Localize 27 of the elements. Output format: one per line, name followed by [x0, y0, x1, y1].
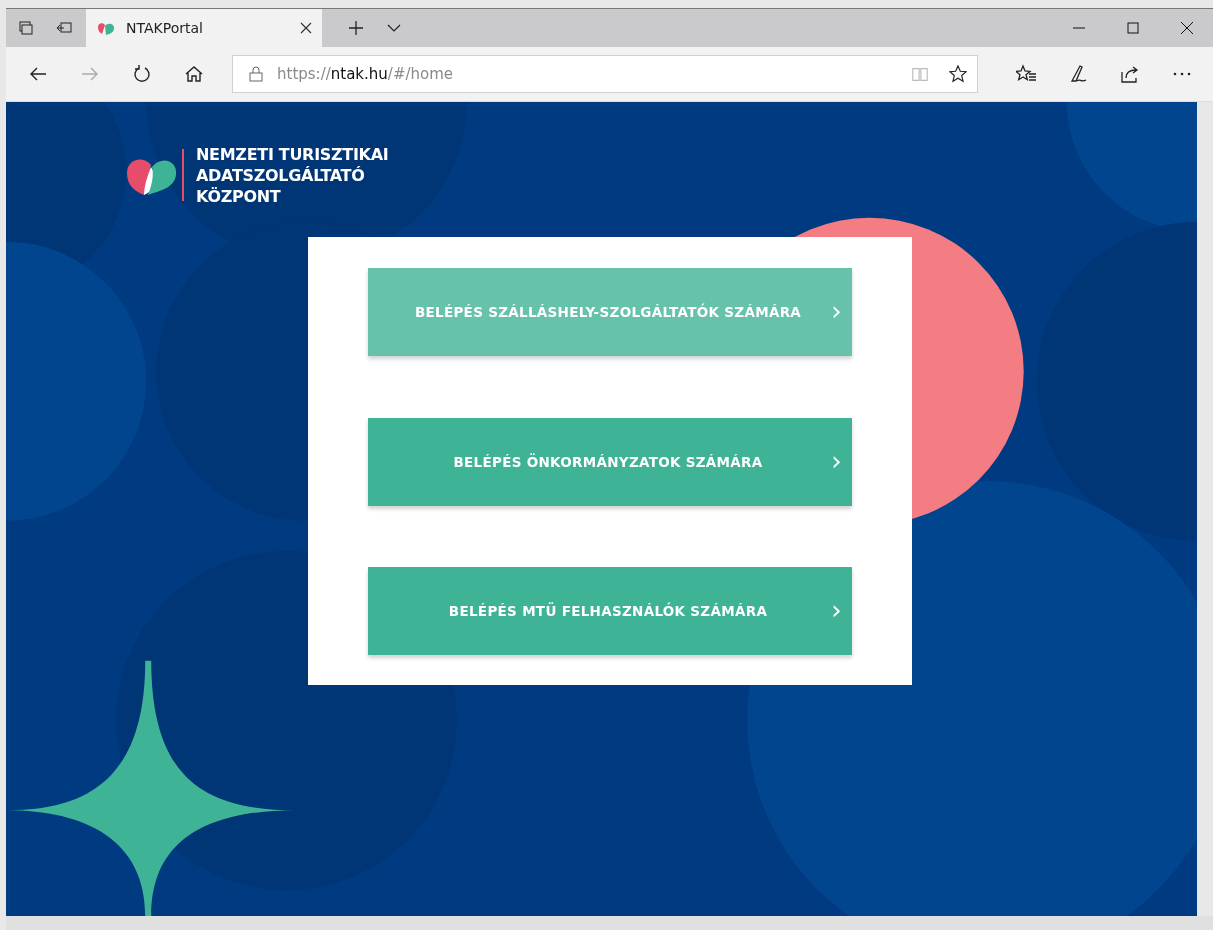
tab-title: NTAKPortal [126, 20, 204, 36]
tabs-aside-icon[interactable] [18, 20, 34, 36]
address-bar[interactable]: https://ntak.hu/#/home [232, 55, 978, 93]
divider-line [182, 149, 184, 201]
login-button[interactable]: BELÉPÉS ÖNKORMÁNYZATOK SZÁMÁRA › [368, 417, 852, 506]
logo-text-line: KÖZPONT [196, 185, 282, 207]
url-text: https://ntak.hu/#/home [277, 65, 454, 83]
star-icon[interactable] [949, 65, 967, 83]
home-icon[interactable] [184, 64, 204, 84]
login-button[interactable]: BELÉPÉS MTÜ FELHASZNÁLÓK SZÁMÁRA › [368, 567, 852, 655]
refresh-icon[interactable] [132, 64, 152, 84]
share-icon[interactable] [1120, 64, 1140, 84]
login-button[interactable]: BELÉPÉS SZÁLLÁSHELY-SZOLGÁLTATÓK SZÁMÁRA › [368, 268, 852, 356]
close-tab-icon[interactable] [300, 22, 312, 34]
pen-icon[interactable] [1068, 64, 1088, 84]
close-icon[interactable] [1181, 22, 1193, 34]
maximize-icon[interactable] [1127, 22, 1139, 34]
vertical-scrollbar[interactable] [1197, 102, 1213, 916]
tab-preview-icon[interactable] [56, 20, 72, 36]
lock-icon [249, 66, 263, 82]
browser-tab[interactable]: NTAKPortal [86, 9, 322, 47]
heart-logo-icon [96, 21, 116, 35]
favorites-list-icon[interactable] [1016, 64, 1036, 84]
logo-text-line: ADATSZOLGÁLTATÓ [196, 164, 366, 186]
horizontal-scrollbar[interactable] [6, 916, 1213, 930]
new-tab-icon[interactable] [348, 20, 364, 36]
logo-text-line: NEMZETI TURISZTIKAI [196, 143, 389, 165]
